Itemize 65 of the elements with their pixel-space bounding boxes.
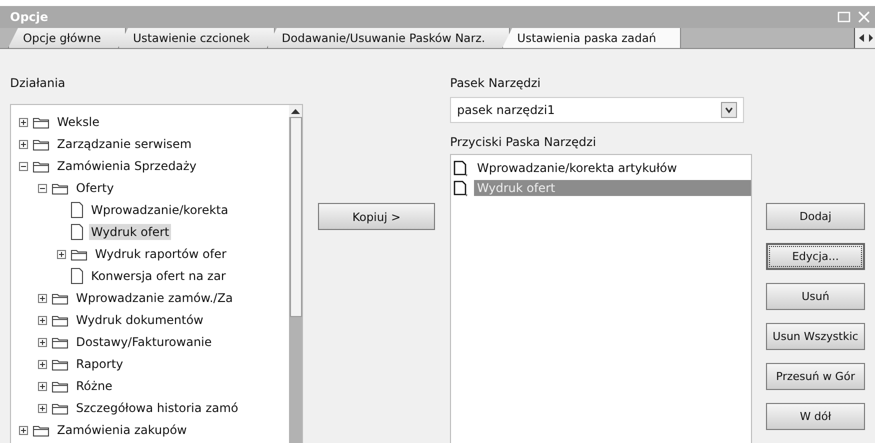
folder-icon	[32, 137, 50, 151]
expand-icon[interactable]	[38, 316, 47, 324]
expand-icon[interactable]	[38, 360, 47, 368]
list-item[interactable]: Wprowadzanie/korekta artykułów	[474, 160, 751, 176]
tree-item[interactable]: Zarządzanie serwisem	[55, 136, 194, 152]
action-button[interactable]: Edycja...	[766, 243, 865, 270]
expand-icon[interactable]	[19, 140, 28, 148]
expand-icon[interactable]	[19, 118, 28, 126]
folder-icon	[51, 379, 69, 393]
expand-icon[interactable]	[38, 382, 47, 390]
tree-item[interactable]: Zamówienia Sprzedaży	[55, 158, 198, 174]
actions-label: Działania	[10, 76, 66, 92]
tab[interactable]: Dodawanie/Usuwanie Pasków Narz.	[266, 28, 510, 48]
window-title: Opcje	[10, 10, 48, 24]
document-icon	[70, 202, 84, 218]
expand-icon[interactable]	[38, 338, 47, 346]
expand-icon[interactable]	[38, 294, 47, 302]
tree-item[interactable]: Oferty	[74, 180, 116, 196]
tab[interactable]: Ustawienia paska zadań	[502, 28, 682, 48]
tree-item[interactable]: Dostawy/Fakturowanie	[74, 334, 214, 350]
document-icon	[453, 160, 469, 176]
action-button[interactable]: W dół	[766, 403, 865, 430]
tree-item[interactable]: Konwersja ofert na zar	[89, 268, 228, 284]
copy-button[interactable]: Kopiuj >	[318, 203, 435, 230]
tree-item[interactable]: Wprowadzanie/korekta	[89, 202, 230, 218]
action-button[interactable]: Przesuń w Gór	[766, 363, 865, 390]
scroll-thumb[interactable]	[290, 117, 302, 317]
folder-icon	[51, 357, 69, 371]
tab[interactable]: Opcje główne	[8, 28, 126, 48]
folder-icon	[51, 335, 69, 349]
tree-item[interactable]: Różne	[74, 378, 114, 394]
folder-icon	[70, 247, 88, 261]
action-button[interactable]: Usuń	[766, 283, 865, 310]
collapse-icon[interactable]	[38, 184, 47, 192]
expand-icon[interactable]	[57, 250, 66, 258]
tree-item[interactable]: Weksle	[55, 114, 102, 130]
folder-icon	[51, 181, 69, 195]
tree-item[interactable]: Wydruk ofert	[89, 224, 172, 240]
tree-item[interactable]: Zamówienia zakupów	[55, 422, 189, 438]
scrollbar[interactable]	[289, 105, 302, 443]
folder-icon	[51, 291, 69, 305]
folder-icon	[32, 423, 50, 437]
document-icon	[453, 180, 469, 196]
tree-item[interactable]: Wprowadzanie zamów./Za	[74, 290, 235, 306]
folder-icon	[32, 159, 50, 173]
collapse-icon[interactable]	[19, 162, 28, 170]
toolbar-buttons-label: Przyciski Paska Narzędzi	[450, 135, 598, 151]
folder-icon	[32, 115, 50, 129]
document-icon	[70, 268, 84, 284]
toolbar-label: Pasek Narzędzi	[450, 76, 542, 92]
tree-item[interactable]: Wydruk dokumentów	[74, 312, 206, 328]
action-button[interactable]: Usun Wszystkic	[766, 323, 865, 350]
tab[interactable]: Ustawienie czcionek	[118, 28, 275, 48]
tree-item[interactable]: Raporty	[74, 356, 126, 372]
expand-icon[interactable]	[19, 426, 28, 434]
folder-icon	[51, 401, 69, 415]
toolbar-dropdown[interactable]: pasek narzędzi1	[450, 97, 744, 123]
folder-icon	[51, 313, 69, 327]
scroll-up-icon[interactable]	[289, 105, 302, 117]
tree-item[interactable]: Wydruk raportów ofer	[93, 246, 228, 262]
expand-icon[interactable]	[38, 404, 47, 412]
tree-item[interactable]: Szczegółowa historia zamó	[74, 400, 240, 416]
tab-right-icon[interactable]	[867, 31, 875, 45]
document-icon	[70, 224, 84, 240]
action-button[interactable]: Dodaj	[766, 203, 865, 230]
